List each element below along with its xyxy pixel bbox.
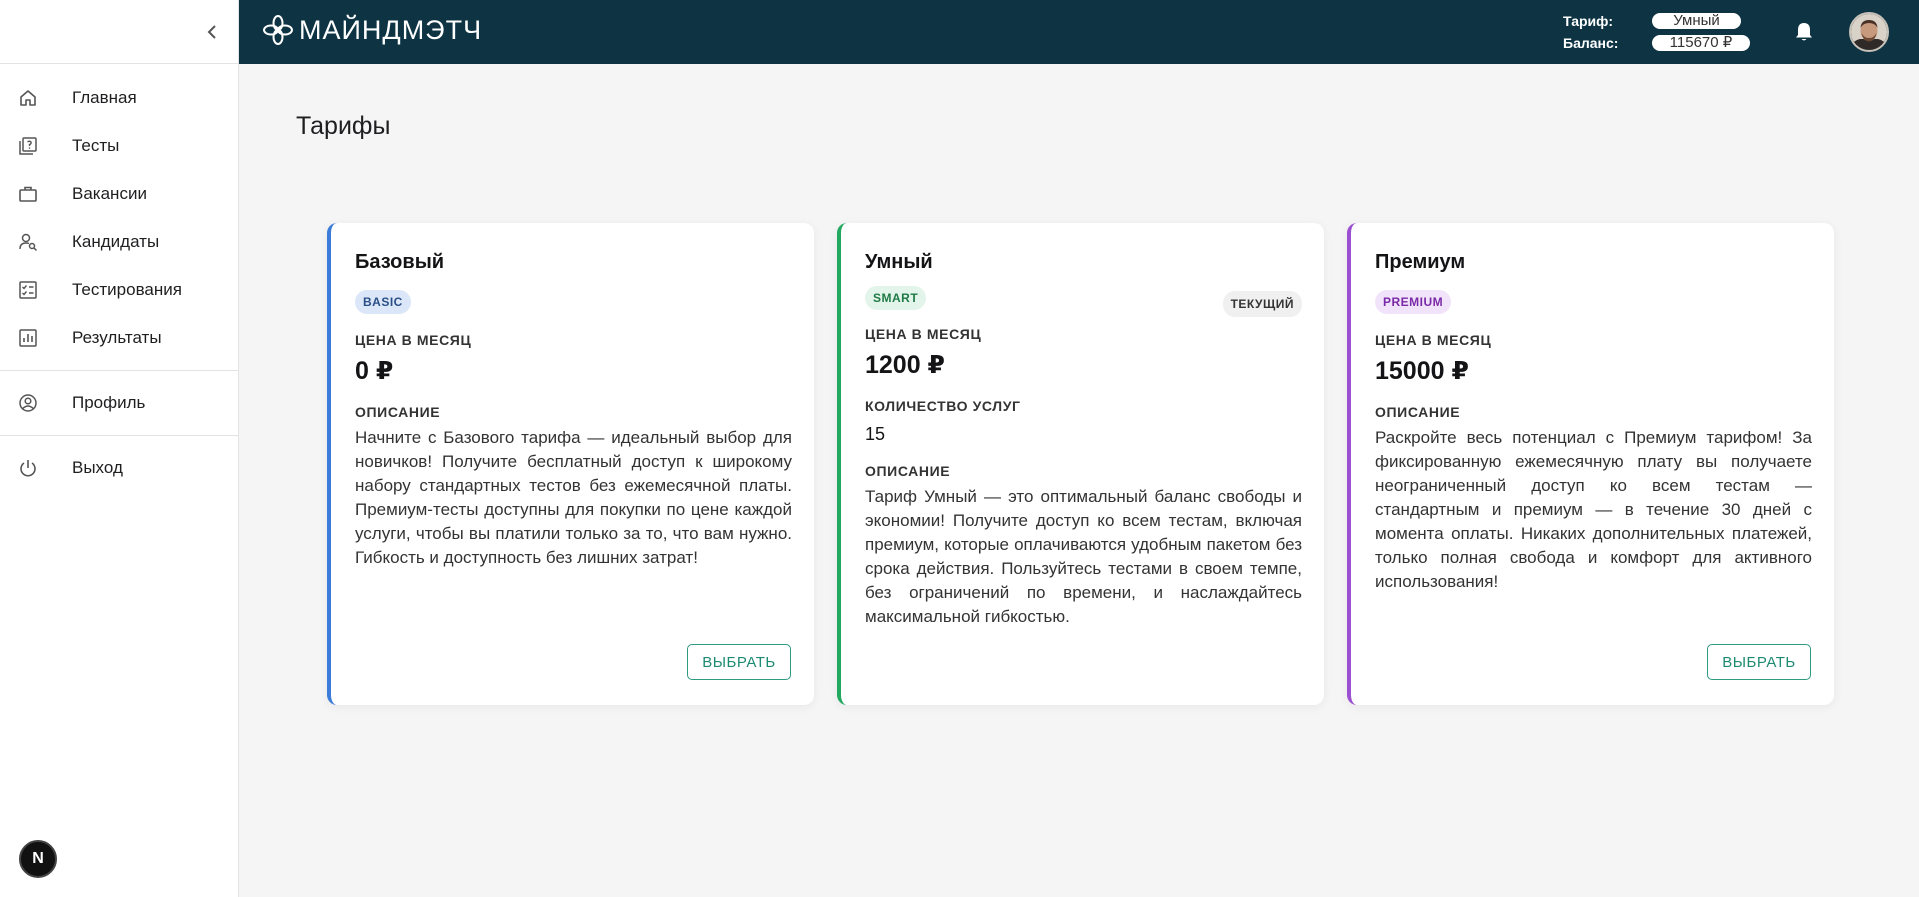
current-badge: ТЕКУЩИЙ (1222, 291, 1302, 317)
services-count-label: КОЛИЧЕСТВО УСЛУГ (865, 398, 1021, 414)
user-photo-icon (1851, 14, 1887, 50)
divider (0, 63, 239, 64)
select-tariff-button[interactable]: ВЫБРАТЬ (1707, 644, 1811, 680)
collapse-sidebar-button[interactable] (201, 20, 223, 44)
sidebar-item-label: Выход (72, 458, 123, 477)
tariff-description: Раскройте весь потенциал с Премиум тариф… (1375, 428, 1812, 591)
tariff-value: Умный (1652, 13, 1741, 29)
sidebar-item-results[interactable]: Результаты (0, 314, 239, 362)
price-label: ЦЕНА В МЕСЯЦ (1375, 332, 1492, 348)
power-icon (16, 456, 40, 480)
logo[interactable]: МАЙНДМЭТЧ (263, 14, 482, 46)
tariff-card-premium: Премиум PREMIUM ЦЕНА В МЕСЯЦ 15000 ₽ ОПИ… (1347, 223, 1834, 705)
sidebar-item-logout[interactable]: Выход (0, 444, 239, 492)
tariff-name: Премиум (1375, 251, 1466, 273)
bar-chart-icon (16, 326, 40, 350)
balance-value: 115670 ₽ (1652, 35, 1750, 51)
sidebar-item-tests[interactable]: Тесты (0, 122, 239, 170)
sidebar-item-label: Главная (72, 88, 137, 107)
price-value: 0 ₽ (355, 357, 394, 385)
notifications-button[interactable] (1791, 19, 1817, 45)
price-value: 1200 ₽ (865, 351, 945, 379)
sidebar-item-label: Вакансии (72, 184, 147, 203)
tariff-description: Тариф Умный — это оптимальный баланс сво… (865, 487, 1302, 626)
chevron-left-icon (207, 25, 216, 39)
tariff-tag: PREMIUM (1375, 290, 1452, 314)
tariff-name: Базовый (355, 251, 445, 273)
page-title: Тарифы (296, 112, 391, 140)
tests-icon (16, 134, 40, 158)
sidebar-item-label: Тестирования (72, 280, 182, 299)
account-summary: Тариф: Умный Баланс: 115670 ₽ (1563, 10, 1750, 54)
tariff-name: Умный (865, 251, 933, 273)
description-label: ОПИСАНИЕ (355, 404, 441, 420)
tariff-card-basic: Базовый BASIC ЦЕНА В МЕСЯЦ 0 ₽ ОПИСАНИЕ … (327, 223, 814, 705)
divider (0, 370, 239, 371)
avatar[interactable] (1849, 12, 1889, 52)
sidebar-item-testings[interactable]: Тестирования (0, 266, 239, 314)
services-count-value: 15 (865, 424, 886, 444)
sidebar-item-label: Тесты (72, 136, 120, 155)
sidebar-item-profile[interactable]: Профиль (0, 379, 239, 427)
home-icon (16, 86, 40, 110)
price-label: ЦЕНА В МЕСЯЦ (355, 332, 472, 348)
balance-label: Баланс: (1563, 35, 1619, 51)
sidebar-item-candidates[interactable]: Кандидаты (0, 218, 239, 266)
select-tariff-button[interactable]: ВЫБРАТЬ (687, 644, 791, 680)
briefcase-icon (16, 182, 40, 206)
tariff-label: Тариф: (1563, 13, 1614, 29)
description-label: ОПИСАНИЕ (1375, 404, 1461, 420)
description-label: ОПИСАНИЕ (865, 463, 951, 479)
brand-name: МАЙНДМЭТЧ (299, 14, 483, 45)
sidebar-item-label: Кандидаты (72, 232, 160, 251)
sidebar-item-label: Результаты (72, 328, 162, 347)
sidebar-item-label: Профиль (72, 393, 146, 412)
price-value: 15000 ₽ (1375, 357, 1469, 385)
divider (0, 435, 239, 436)
profile-icon (16, 391, 40, 415)
tariff-card-smart: Умный SMART ТЕКУЩИЙ ЦЕНА В МЕСЯЦ 1200 ₽ … (837, 223, 1324, 705)
sidebar-nav: Главная Тесты Вакансии Кандидаты Тестиро… (0, 74, 239, 492)
tariff-tag: BASIC (355, 290, 411, 314)
tariff-tag: SMART (865, 286, 927, 310)
sidebar-item-home[interactable]: Главная (0, 74, 239, 122)
bell-icon (1796, 23, 1812, 41)
tariff-description: Начните с Базового тарифа — идеальный вы… (355, 428, 792, 567)
top-bar: МАЙНДМЭТЧ Тариф: Умный Баланс: 115670 ₽ (239, 0, 1919, 64)
sidebar-item-vacancies[interactable]: Вакансии (0, 170, 239, 218)
checklist-icon (16, 278, 40, 302)
price-label: ЦЕНА В МЕСЯЦ (865, 326, 982, 342)
dev-badge-button[interactable]: N (19, 840, 57, 878)
logo-icon (263, 15, 293, 45)
candidates-icon (16, 230, 40, 254)
sidebar: Главная Тесты Вакансии Кандидаты Тестиро… (0, 0, 239, 897)
